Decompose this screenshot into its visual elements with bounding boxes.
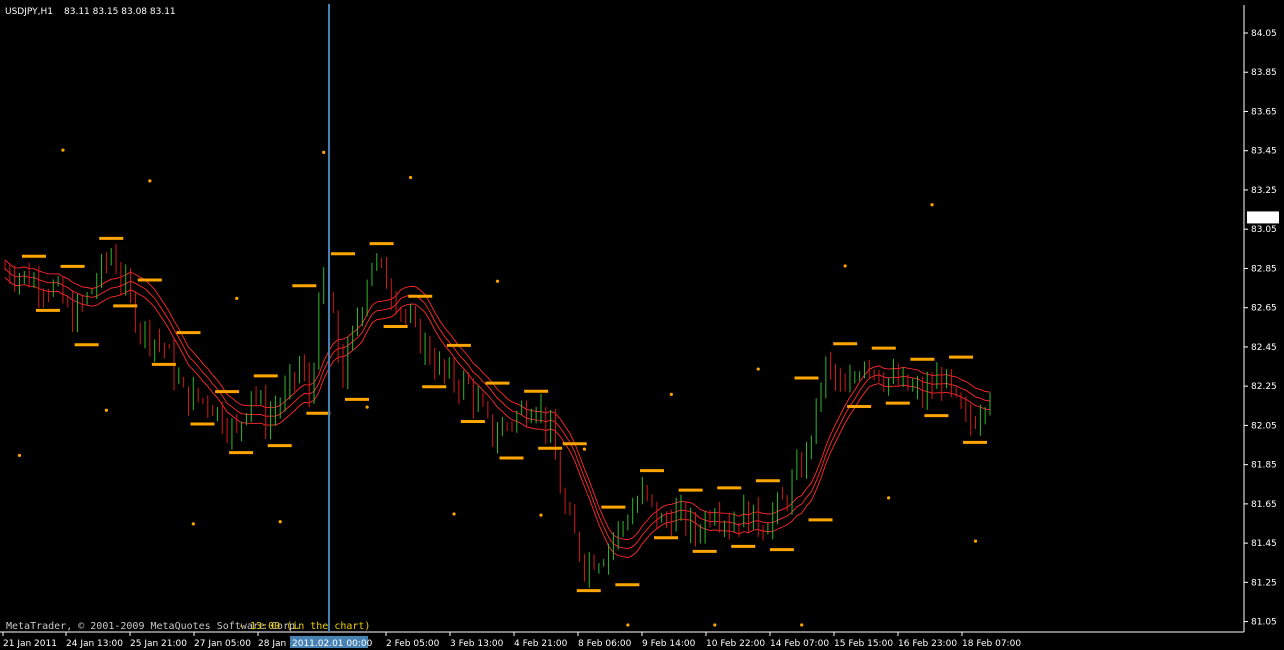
x-tick-label: 15 Feb 15:00: [834, 639, 893, 649]
fractal-dot: [235, 296, 239, 300]
y-tick-label: 83.45: [1251, 147, 1277, 157]
y-tick-label: 81.65: [1251, 500, 1277, 510]
fractal-dot: [104, 408, 108, 412]
ohlc-label: 83.11 83.15 83.08 83.11: [64, 7, 176, 17]
cursor-time-label: 2011.02.01 00:00: [292, 639, 373, 649]
x-tick-label: 10 Feb 22:00: [706, 639, 765, 649]
fractal-dot: [408, 175, 413, 180]
fractal-dot: [973, 539, 978, 543]
fractal-dot: [887, 496, 891, 500]
x-tick-label: 18 Feb 07:00: [962, 639, 1021, 649]
fractal-dot: [17, 453, 22, 458]
y-tick-label: 82.05: [1251, 421, 1277, 431]
y-tick-label: 83.85: [1251, 68, 1277, 78]
x-tick-label: 2 Feb 05:00: [386, 639, 440, 649]
y-tick-label: 82.85: [1251, 264, 1277, 274]
fractal-dot: [713, 623, 717, 627]
fractal-dot: [61, 148, 65, 152]
session-text: - 13:00 (in the chart): [238, 621, 370, 632]
fractal-dot: [539, 513, 543, 517]
fractal-dot: [756, 367, 760, 371]
price-chart[interactable]: 84.05 83.85 83.65 83.45 83.25 83.05 82.85 82.65…: [0, 0, 1284, 650]
y-tick-label: 81.85: [1251, 461, 1277, 471]
chart-background: [0, 0, 1284, 650]
x-tick-label: 16 Feb 23:00: [898, 639, 957, 649]
y-tick-label: 84.05: [1251, 29, 1277, 39]
fractal-dot: [322, 150, 326, 154]
fractal-dot: [365, 405, 369, 409]
y-tick-label: 81.05: [1251, 618, 1277, 628]
x-tick-label: 8 Feb 06:00: [578, 639, 632, 649]
fractal-dot: [148, 179, 152, 183]
y-tick-label: 83.25: [1251, 186, 1277, 196]
y-tick-label: 82.45: [1251, 343, 1277, 353]
x-tick-label: 9 Feb 14:00: [642, 639, 696, 649]
fractal-dot: [626, 623, 630, 627]
x-tick-label: 21 Jan 2011: [3, 639, 57, 649]
x-tick-label: 25 Jan 21:00: [130, 639, 187, 649]
y-tick-label: 81.45: [1251, 539, 1277, 549]
x-tick-label: 3 Feb 13:00: [450, 639, 504, 649]
fractal-dot: [278, 520, 282, 524]
fractal-dot: [930, 203, 934, 207]
y-tick-label: 83.65: [1251, 107, 1277, 117]
fractal-dot: [582, 447, 587, 451]
fractal-dot: [669, 392, 673, 396]
chart-window[interactable]: 84.05 83.85 83.65 83.45 83.25 83.05 82.85 82.65…: [0, 0, 1284, 650]
fractal-dot: [495, 279, 500, 283]
y-tick-label: 82.65: [1251, 304, 1277, 314]
fractal-dot: [191, 522, 195, 526]
x-tick-label: 28 Jan: [258, 639, 286, 649]
symbol-label: USDJPY,H1: [5, 7, 53, 17]
y-tick-label: 82.25: [1251, 382, 1277, 392]
x-tick-label: 27 Jan 05:00: [194, 639, 251, 649]
x-tick-label: 4 Feb 21:00: [514, 639, 568, 649]
current-price-label: 83.11: [1250, 213, 1276, 223]
x-tick-label: 14 Feb 07:00: [770, 639, 829, 649]
y-tick-label: 81.25: [1251, 578, 1277, 588]
y-tick-label: 83.05: [1251, 225, 1277, 235]
fractal-dot: [800, 623, 804, 627]
x-tick-label: 24 Jan 13:00: [66, 639, 123, 649]
fractal-dot: [843, 264, 847, 268]
fractal-dot: [452, 512, 456, 516]
